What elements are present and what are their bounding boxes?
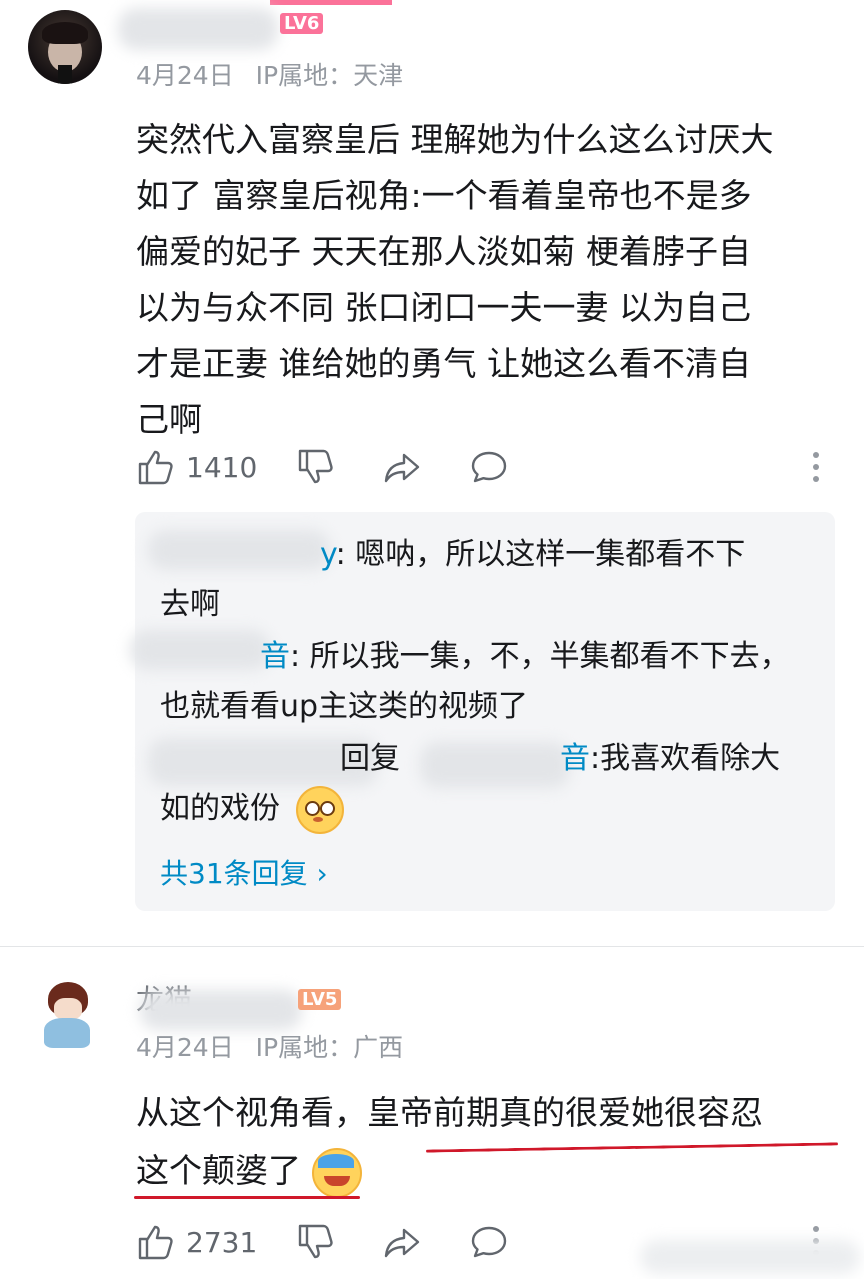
like-count: 2731 bbox=[186, 1225, 258, 1259]
share-icon bbox=[384, 1228, 420, 1258]
top-indicator bbox=[270, 0, 392, 5]
divider bbox=[0, 946, 864, 947]
comment-body: 突然代入富察皇后 理解她为什么这么讨厌大 如了 富察皇后视角:一个看着皇帝也不是… bbox=[136, 120, 774, 439]
reply-item: 回复 音:我喜欢看除大 如的戏份 bbox=[160, 734, 830, 834]
more-dots-icon[interactable] bbox=[813, 446, 819, 488]
level-badge: LV5 bbox=[298, 988, 342, 1012]
like-button[interactable]: 2731 bbox=[136, 1222, 257, 1262]
thumbs-down-icon bbox=[298, 449, 333, 484]
comment-icon bbox=[471, 1226, 507, 1258]
comment-date: 4月24日 bbox=[136, 61, 234, 90]
thumbs-up-icon bbox=[138, 1225, 173, 1260]
dislike-button[interactable] bbox=[296, 1222, 336, 1266]
comment-meta: 4月24日 IP属地：广西 bbox=[136, 1028, 403, 1064]
share-icon bbox=[384, 453, 420, 483]
level-badge: LV6 bbox=[280, 12, 324, 36]
red-underline bbox=[134, 1196, 360, 1199]
share-button[interactable] bbox=[382, 447, 422, 491]
comment-icon bbox=[471, 451, 507, 483]
ip-location: IP属地：天津 bbox=[255, 61, 404, 90]
like-count: 1410 bbox=[186, 450, 258, 484]
username-blurred[interactable] bbox=[118, 8, 278, 50]
like-button[interactable]: 1410 bbox=[136, 447, 257, 487]
comment-meta: 4月24日 IP属地：天津 bbox=[136, 56, 403, 92]
watermark-blurred bbox=[640, 1240, 860, 1274]
dislike-button[interactable] bbox=[296, 447, 336, 491]
avatar[interactable] bbox=[28, 10, 102, 84]
avatar[interactable] bbox=[30, 978, 96, 1054]
thumbs-up-icon bbox=[138, 450, 173, 485]
reply-item: 音: 所以我一集，不，半集都看不下去， 也就看看up主这类的视频了 bbox=[160, 639, 790, 724]
laughing-face-emoji-icon bbox=[311, 1147, 362, 1198]
reply-button[interactable] bbox=[469, 1222, 509, 1266]
reply-item: y: 嗯呐，所以这样一集都看不下 去啊 bbox=[160, 537, 746, 622]
ip-location: IP属地：广西 bbox=[255, 1033, 404, 1062]
username-blurred[interactable] bbox=[140, 990, 302, 1030]
thumbs-down-icon bbox=[298, 1224, 333, 1259]
view-all-replies-link[interactable]: 共31条回复 › bbox=[160, 852, 328, 892]
share-button[interactable] bbox=[382, 1222, 422, 1266]
reply-button[interactable] bbox=[469, 447, 509, 491]
comment-date: 4月24日 bbox=[136, 1033, 234, 1062]
dizzy-face-emoji-icon bbox=[295, 785, 344, 834]
comment-body: 从这个视角看，皇帝前期真的很爱她很容忍 这个颠婆了 bbox=[136, 1084, 846, 1200]
